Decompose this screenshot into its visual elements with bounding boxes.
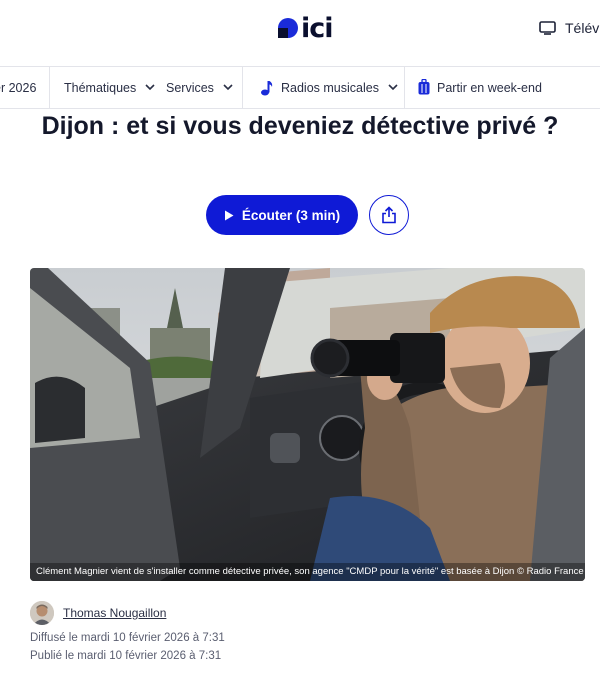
nav-item-thematiques[interactable]: Thématiques	[64, 67, 155, 108]
article-title: Dijon : et si vous deveniez détective pr…	[41, 112, 559, 140]
logo-mark-icon	[276, 15, 298, 41]
photo-caption: Clément Magnier vient de s'installer com…	[30, 563, 585, 581]
nav-item-label: Thématiques	[64, 80, 137, 95]
nav-item-label: Services	[166, 80, 214, 95]
site-header: ici Télévision	[0, 0, 600, 66]
avatar-image	[30, 601, 54, 625]
share-icon	[382, 206, 396, 224]
play-icon	[224, 210, 234, 220]
nav-item-date[interactable]: er 2026	[0, 67, 36, 108]
nav-item-week-end[interactable]: Partir en week-end	[418, 67, 542, 108]
chevron-down-icon	[388, 84, 398, 91]
nav-item-services[interactable]: Services	[166, 67, 233, 108]
nav-item-label: Radios musicales	[281, 80, 379, 95]
nav-divider	[242, 67, 243, 108]
nav-divider	[404, 67, 405, 108]
listen-button-label: Écouter (3 min)	[241, 207, 341, 223]
author-block: Thomas Nougaillon	[30, 601, 166, 625]
share-button[interactable]	[369, 195, 409, 235]
ici-logo[interactable]: ici	[276, 12, 334, 44]
author-name-link[interactable]: Thomas Nougaillon	[63, 606, 166, 620]
nav-item-label: Partir en week-end	[437, 80, 542, 95]
publish-date: Publié le mardi 10 février 2026 à 7:31	[30, 650, 222, 662]
nav-item-label: er 2026	[0, 80, 37, 95]
broadcast-date: Diffusé le mardi 10 février 2026 à 7:31	[30, 632, 225, 644]
nav-divider	[49, 67, 50, 108]
suitcase-icon	[418, 79, 430, 95]
author-avatar[interactable]	[30, 601, 54, 625]
tv-icon	[539, 21, 556, 35]
listen-button[interactable]: Écouter (3 min)	[206, 195, 358, 235]
television-link[interactable]: Télévision	[539, 20, 600, 36]
nav-item-radios-musicales[interactable]: Radios musicales	[260, 67, 398, 108]
television-label: Télévision	[565, 20, 600, 36]
chevron-down-icon	[145, 84, 155, 91]
main-nav: er 2026 Thématiques Services Radios musi…	[0, 66, 600, 109]
music-note-icon	[261, 80, 273, 95]
chevron-down-icon	[223, 84, 233, 91]
article-photo[interactable]: Clément Magnier vient de s'installer com…	[30, 268, 585, 581]
logo-text: ici	[301, 12, 334, 44]
detective-photo-image	[30, 268, 585, 581]
